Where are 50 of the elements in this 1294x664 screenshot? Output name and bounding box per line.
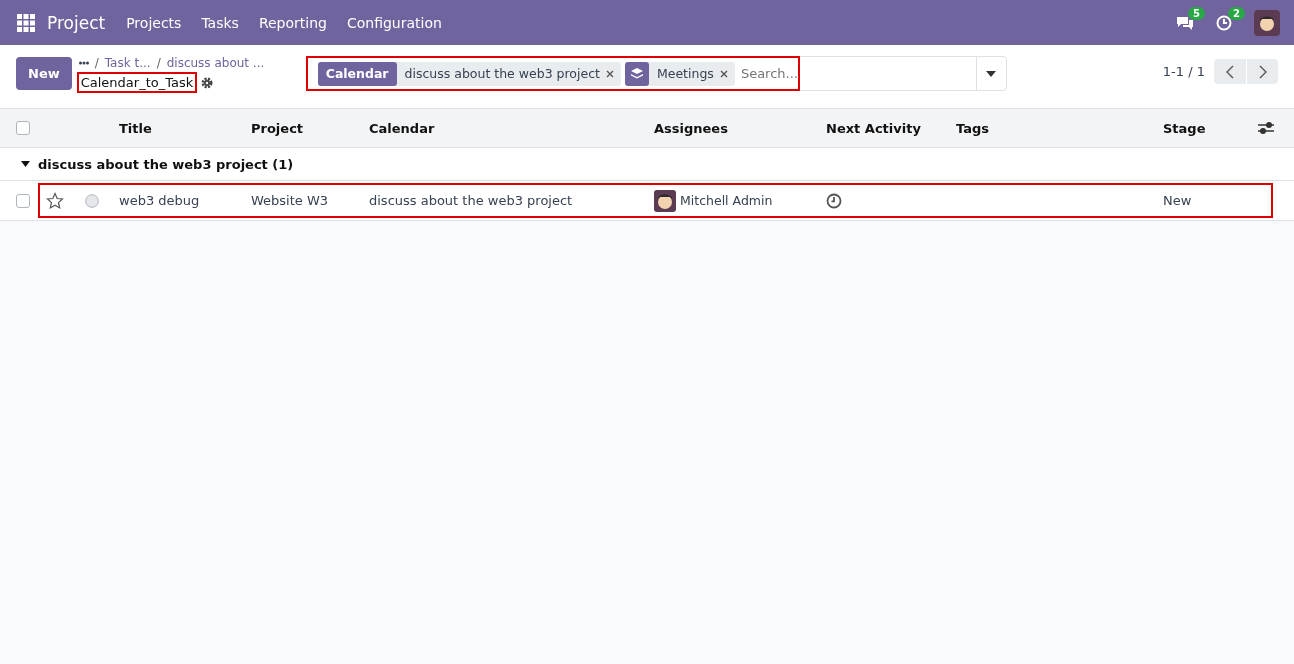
- search-bar[interactable]: Calendar discuss about the web3 project Meetings Search...: [306, 56, 1007, 91]
- avatar-icon: [654, 189, 676, 212]
- pager-value: 1-1 / 1: [1162, 64, 1205, 79]
- menu-item[interactable]: Configuration: [346, 14, 442, 31]
- column-header[interactable]: Title: [119, 120, 251, 136]
- task-title: web3 debug: [119, 193, 201, 208]
- breadcrumb-separator: /: [94, 56, 99, 70]
- search-facet[interactable]: Calendar discuss about the web3 project: [317, 61, 621, 86]
- group-label: discuss about the web3 project (1): [38, 156, 294, 172]
- app-name[interactable]: Project: [47, 12, 106, 33]
- group-header[interactable]: discuss about the web3 project (1): [0, 148, 1294, 181]
- row-checkbox[interactable]: [16, 193, 30, 208]
- project-cell-text: Website W3: [251, 193, 330, 208]
- remove-icon[interactable]: [719, 69, 728, 78]
- column-header[interactable]: Stage: [1163, 120, 1258, 136]
- caret-icon[interactable]: [21, 161, 30, 167]
- column-header[interactable]: Next Activity: [826, 120, 956, 136]
- column-header[interactable]: Calendar: [369, 120, 654, 136]
- avatar-icon[interactable]: [1254, 9, 1280, 36]
- calendar-cell-text: discuss about the web3 project: [369, 193, 574, 208]
- star-icon[interactable]: [46, 191, 64, 210]
- breadcrumb-link[interactable]: Task t...: [104, 56, 151, 70]
- search-input[interactable]: Search...: [738, 65, 823, 82]
- column-header[interactable]: Project: [251, 120, 369, 136]
- menu-item[interactable]: Projects: [126, 14, 182, 31]
- menu-item[interactable]: Reporting: [258, 14, 327, 31]
- chat-icon[interactable]: [1176, 14, 1194, 31]
- message-count-badge: 5: [1188, 6, 1205, 20]
- column-header[interactable]: Tags: [956, 120, 1163, 136]
- menu-item[interactable]: Tasks: [201, 14, 239, 31]
- select-all-checkbox[interactable]: [16, 121, 30, 135]
- search-facet[interactable]: Meetings: [624, 61, 735, 86]
- breadcrumb-link[interactable]: discuss about ...: [166, 56, 265, 70]
- chevron-right-icon: [1258, 64, 1267, 79]
- activity-count-badge: 2: [1228, 6, 1245, 20]
- page-title: Calendar_to_Task: [78, 74, 196, 91]
- sliders-icon[interactable]: [1258, 121, 1274, 135]
- breadcrumb-separator: /: [156, 56, 161, 70]
- column-header[interactable]: Assignees: [654, 120, 826, 136]
- apps-grid-icon[interactable]: [17, 13, 35, 32]
- gear-icon[interactable]: [201, 76, 214, 89]
- stage-cell-text: New: [1163, 193, 1193, 208]
- caret-icon[interactable]: [986, 70, 997, 77]
- ellipsis-icon[interactable]: [78, 61, 89, 65]
- layers-icon: [629, 66, 644, 81]
- chevron-left-icon: [1226, 64, 1234, 79]
- assignee-name: Mitchell Admin: [680, 193, 773, 208]
- new-button[interactable]: New: [16, 57, 72, 90]
- remove-icon[interactable]: [605, 69, 614, 78]
- clock-icon[interactable]: [826, 192, 842, 209]
